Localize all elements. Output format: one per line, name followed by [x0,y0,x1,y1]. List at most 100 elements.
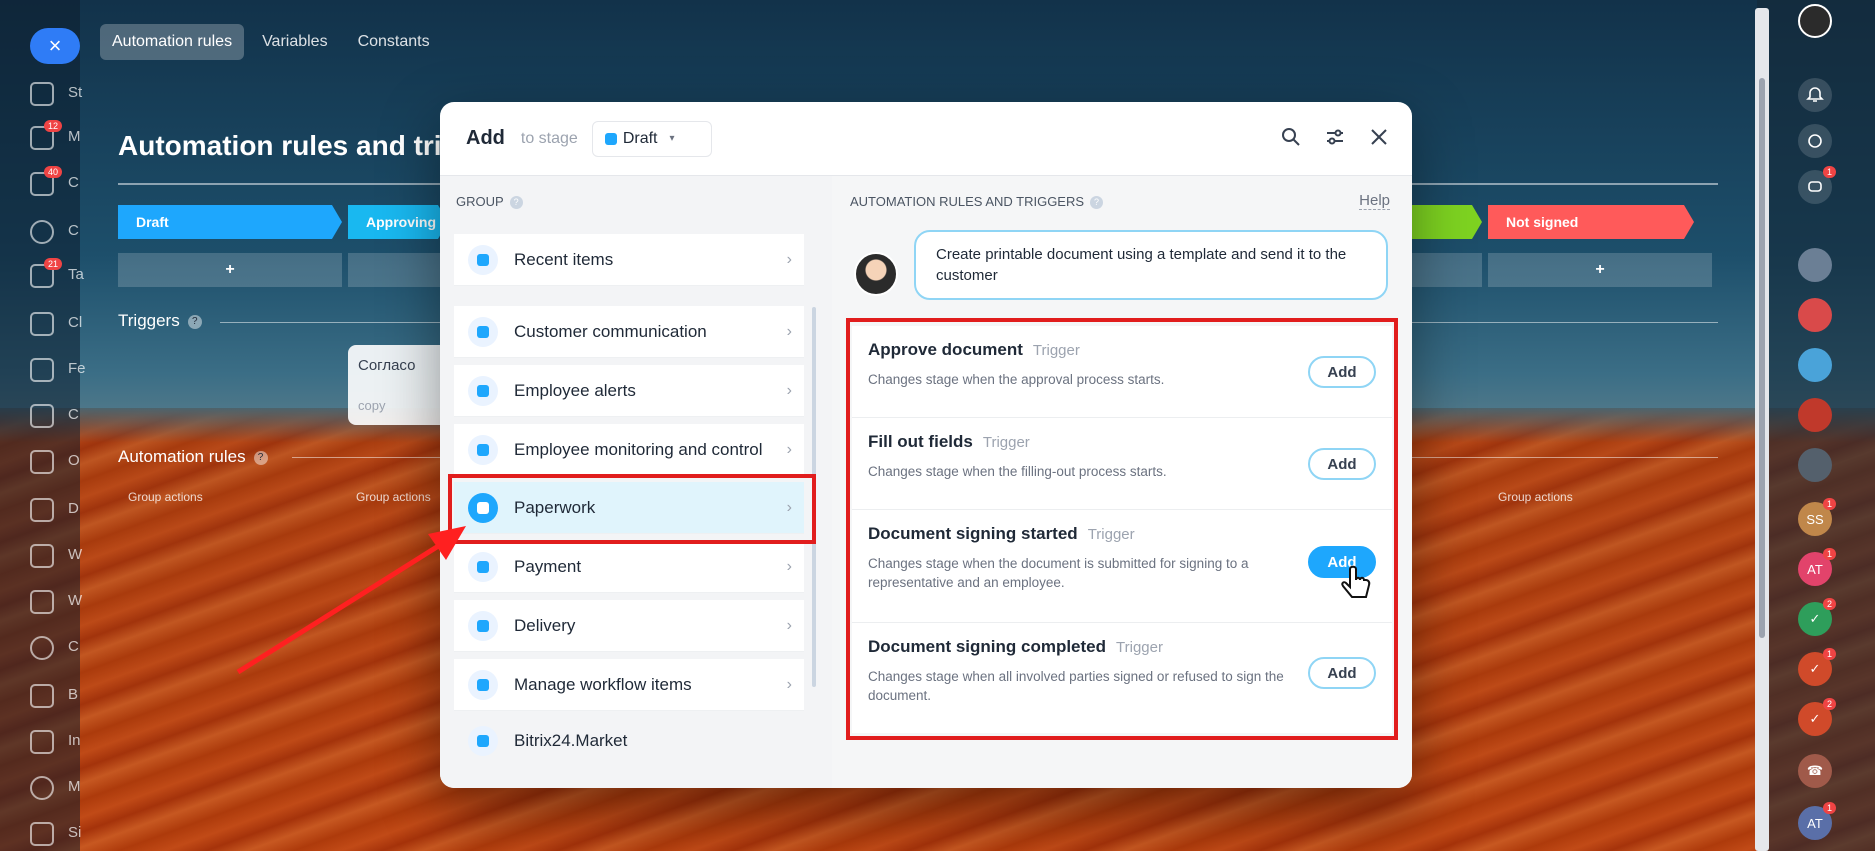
add-rule-button[interactable]: + [1488,253,1712,287]
contact-center-icon[interactable] [30,636,54,660]
document-icon[interactable] [30,450,54,474]
group-item-manage-workflow[interactable]: Manage workflow items › [454,659,804,711]
close-slider-button[interactable]: × [30,28,80,64]
automation-rules-heading: Automation rules? [118,447,268,467]
group-item-recent[interactable]: Recent items › [454,234,804,286]
contact-avatar[interactable]: AT 1 [1798,802,1836,840]
user-avatar[interactable] [1798,4,1832,38]
chevron-right-icon: › [786,322,792,340]
crm-icon[interactable] [30,220,54,244]
group-item-employee-alerts[interactable]: Employee alerts › [454,365,804,417]
chat-avatar[interactable] [1798,348,1832,382]
nav-label[interactable]: M [68,128,81,145]
add-rule-button[interactable]: + [118,253,342,287]
nav-label[interactable]: O [68,452,80,469]
home-icon[interactable] [30,82,54,106]
close-icon[interactable] [1368,126,1390,148]
task-icon[interactable]: ✓ 2 [1798,598,1836,636]
forms-icon[interactable] [30,358,54,382]
avatar-initials: AT [1807,815,1823,831]
tab-variables[interactable]: Variables [250,24,340,60]
triggers-panel-title: AUTOMATION RULES AND TRIGGERS? [850,194,1104,210]
chat-avatar[interactable] [1798,298,1832,332]
nav-label[interactable]: B [68,686,78,703]
group-item-market[interactable]: Bitrix24.Market [454,715,804,767]
nav-label[interactable]: St [68,84,82,101]
nav-label[interactable]: D [68,500,79,517]
marketing-icon[interactable] [30,776,54,800]
chevron-right-icon: › [786,440,792,458]
nav-label[interactable]: Ta [68,266,84,283]
search-icon[interactable] [1280,126,1302,148]
stage-draft[interactable]: Draft [118,205,342,239]
help-link[interactable]: Help [1359,192,1390,210]
add-rule-button[interactable] [348,253,440,287]
nav-label[interactable]: C [68,174,79,191]
group-label: Customer communication [514,321,707,341]
group-item-employee-monitoring[interactable]: Employee monitoring and control › [454,424,804,476]
add-rule-button[interactable] [1412,253,1482,287]
nav-label[interactable]: M [68,778,81,795]
messenger-icon[interactable]: 1 [1798,166,1836,204]
help-icon[interactable]: ? [1090,196,1104,210]
nav-label[interactable]: Fe [68,360,86,377]
task-icon[interactable]: ✓ 2 [1798,698,1836,736]
group-actions-link[interactable]: Group actions [128,490,203,504]
task-icon[interactable]: ✓ 1 [1798,648,1836,686]
board-icon[interactable] [30,684,54,708]
contact-avatar[interactable]: SS 1 [1798,498,1836,536]
stage-not-signed[interactable]: Not signed [1488,205,1694,239]
nav-label[interactable]: W [68,546,82,563]
app-left-sidebar: St 12 M 40 C C 21 Ta Cl Fe C O D W W C B… [0,0,86,851]
chevron-right-icon: › [786,616,792,634]
calendar-icon[interactable] [30,404,54,428]
filter-icon [468,669,498,700]
assistant-avatar [854,252,898,296]
nav-badge: 12 [44,120,63,132]
stage-select[interactable]: Draft ▾ [591,120,712,157]
phone-icon[interactable]: ☎ [1798,754,1832,788]
nav-label[interactable]: Si [68,824,81,841]
scrollbar-thumb[interactable] [1759,78,1765,638]
stage-signed[interactable] [1412,205,1482,239]
nav-label[interactable]: In [68,732,81,749]
drive-icon[interactable] [30,498,54,522]
trigger-card-copy[interactable]: copy [358,398,448,413]
chevron-right-icon: › [786,381,792,399]
stage-approving[interactable]: Approving [348,205,448,239]
contact-avatar[interactable]: AT 1 [1798,548,1836,586]
mail-icon[interactable] [30,544,54,568]
group-item-payment[interactable]: Payment › [454,541,804,593]
contact-avatar[interactable] [1798,448,1832,482]
workgroups-icon[interactable] [30,590,54,614]
contact-avatar[interactable] [1798,248,1832,282]
page-scrollbar[interactable] [1755,8,1769,851]
tab-automation-rules[interactable]: Automation rules [100,24,245,60]
group-item-customer-communication[interactable]: Customer communication › [454,306,804,358]
nav-label[interactable]: Cl [68,314,82,331]
tab-constants[interactable]: Constants [346,24,442,60]
group-panel-title: GROUP? [456,194,523,210]
chat-avatar[interactable] [1798,398,1832,432]
nav-label[interactable]: C [68,222,79,239]
puzzle-icon[interactable] [30,312,54,336]
nav-label[interactable]: W [68,592,82,609]
group-actions-link[interactable]: Group actions [1498,490,1573,504]
group-item-delivery[interactable]: Delivery › [454,600,804,652]
group-title-text: GROUP [456,194,504,209]
app-right-sidebar: 1 SS 1 AT 1 ✓ 2 ✓ 1 ✓ 2 ☎ AT 1 [1757,0,1875,851]
notification-badge: 1 [1822,498,1836,510]
bell-icon[interactable] [1798,78,1832,112]
nav-label[interactable]: C [68,638,79,655]
top-tabs: Automation rules Variables Constants [100,24,442,60]
copilot-icon[interactable] [1798,124,1832,158]
filter-settings-icon[interactable] [1324,126,1346,148]
help-icon[interactable]: ? [253,450,268,465]
group-actions-link[interactable]: Group actions [356,490,431,504]
inventory-icon[interactable] [30,730,54,754]
cart-icon[interactable] [30,822,54,846]
nav-label[interactable]: C [68,406,79,423]
help-icon[interactable]: ? [509,196,523,210]
triggers-label: Triggers [118,311,180,330]
help-icon[interactable]: ? [187,314,202,329]
